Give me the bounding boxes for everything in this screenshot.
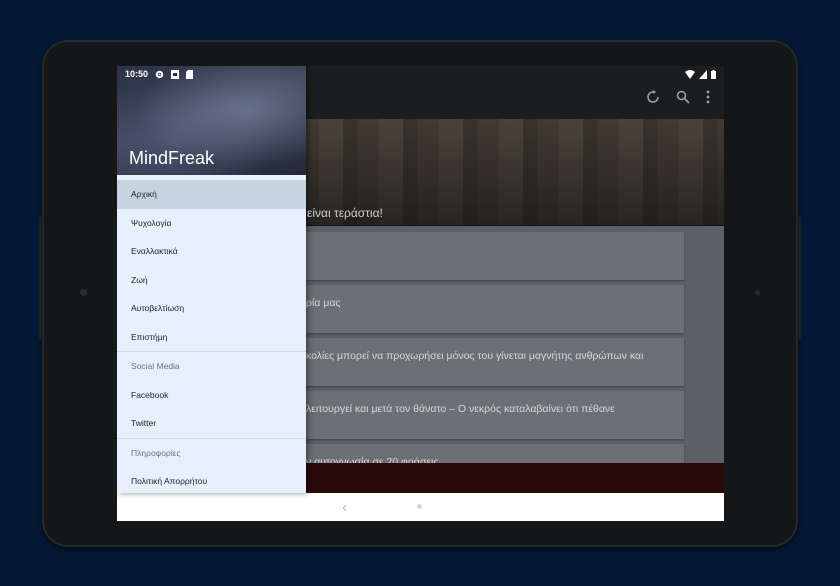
drawer-menu: Αρχική Ψυχολογία Εναλλακτικά Ζωή Αυτοβελ… xyxy=(117,180,306,493)
drawer-item-science[interactable]: Επιστήμη xyxy=(117,323,306,352)
article-card[interactable]: ρία μας xyxy=(306,285,684,333)
article-card[interactable]: κολίες μπορεί να προχωρήσει μόνος του γί… xyxy=(306,338,684,386)
tablet-side-button-left xyxy=(39,216,43,340)
drawer-section-social: Social Media xyxy=(131,361,180,372)
drawer-item-label: Facebook xyxy=(131,389,169,400)
status-bar: 10:50 xyxy=(125,69,194,79)
drawer-item-label: Αυτοβελτίωση xyxy=(131,303,185,314)
app-name: MindFreak xyxy=(129,148,215,168)
drawer-item-label: Ζωή xyxy=(131,274,148,285)
drawer-item-label: Twitter xyxy=(131,418,157,429)
hero-caption: είναι τεράστια! xyxy=(307,206,383,220)
article-card[interactable]: λειτουργεί και μετά τον θάνατο – Ο νεκρό… xyxy=(306,391,684,439)
home-button[interactable] xyxy=(417,504,422,509)
more-vert-icon[interactable] xyxy=(706,90,710,104)
status-icons-right xyxy=(685,70,716,79)
drawer-item-psychology[interactable]: Ψυχολογία xyxy=(117,209,306,238)
drawer-item-facebook[interactable]: Facebook xyxy=(117,381,306,410)
status-time: 10:50 xyxy=(125,69,149,79)
sim-icon xyxy=(171,69,180,79)
front-camera xyxy=(80,289,87,296)
drawer-item-alternative[interactable]: Εναλλακτικά xyxy=(117,237,306,266)
drawer-item-home[interactable]: Αρχική xyxy=(117,180,306,209)
drawer-item-self-improvement[interactable]: Αυτοβελτίωση xyxy=(117,294,306,323)
drawer-item-label: Ψυχολογία xyxy=(131,217,172,228)
tablet-side-button-right xyxy=(797,216,801,340)
system-navigation-bar: ‹ xyxy=(117,493,724,521)
search-icon[interactable] xyxy=(676,90,690,104)
drawer-item-twitter[interactable]: Twitter xyxy=(117,409,306,438)
navigation-drawer: 10:50 MindFreak Αρχική Ψυχολογία Εναλλακ… xyxy=(117,66,306,493)
header-divider xyxy=(117,175,306,178)
back-icon[interactable]: ‹ xyxy=(342,499,347,517)
article-title: κολίες μπορεί να προχωρήσει μόνος του γί… xyxy=(306,350,644,362)
article-title: ρία μας xyxy=(306,297,341,309)
sd-card-icon xyxy=(186,69,194,79)
refresh-icon[interactable] xyxy=(646,90,660,104)
sensor xyxy=(755,290,760,295)
article-title: λειτουργεί και μετά τον θάνατο – Ο νεκρό… xyxy=(306,403,615,415)
signal-icon xyxy=(699,70,707,79)
drawer-item-privacy-policy[interactable]: Πολιτική Απορρήτου xyxy=(117,467,306,493)
drawer-header-galaxy: 10:50 MindFreak xyxy=(117,66,306,177)
drawer-item-life[interactable]: Ζωή xyxy=(117,266,306,295)
wifi-icon xyxy=(685,70,695,79)
toolbar-actions xyxy=(646,90,710,104)
drawer-item-label: Εναλλακτικά xyxy=(131,246,178,257)
drawer-item-label: Πολιτική Απορρήτου xyxy=(131,476,208,487)
drawer-item-label: Αρχική xyxy=(131,189,157,200)
device-screen: είναι τεράστια! ρία μας κολίες μπορεί να… xyxy=(117,66,724,521)
gear-icon xyxy=(155,70,164,78)
drawer-section-info: Πληροφορίες xyxy=(131,447,181,458)
drawer-item-label: Επιστήμη xyxy=(131,331,168,342)
battery-icon xyxy=(711,70,716,79)
article-card[interactable] xyxy=(306,232,684,280)
